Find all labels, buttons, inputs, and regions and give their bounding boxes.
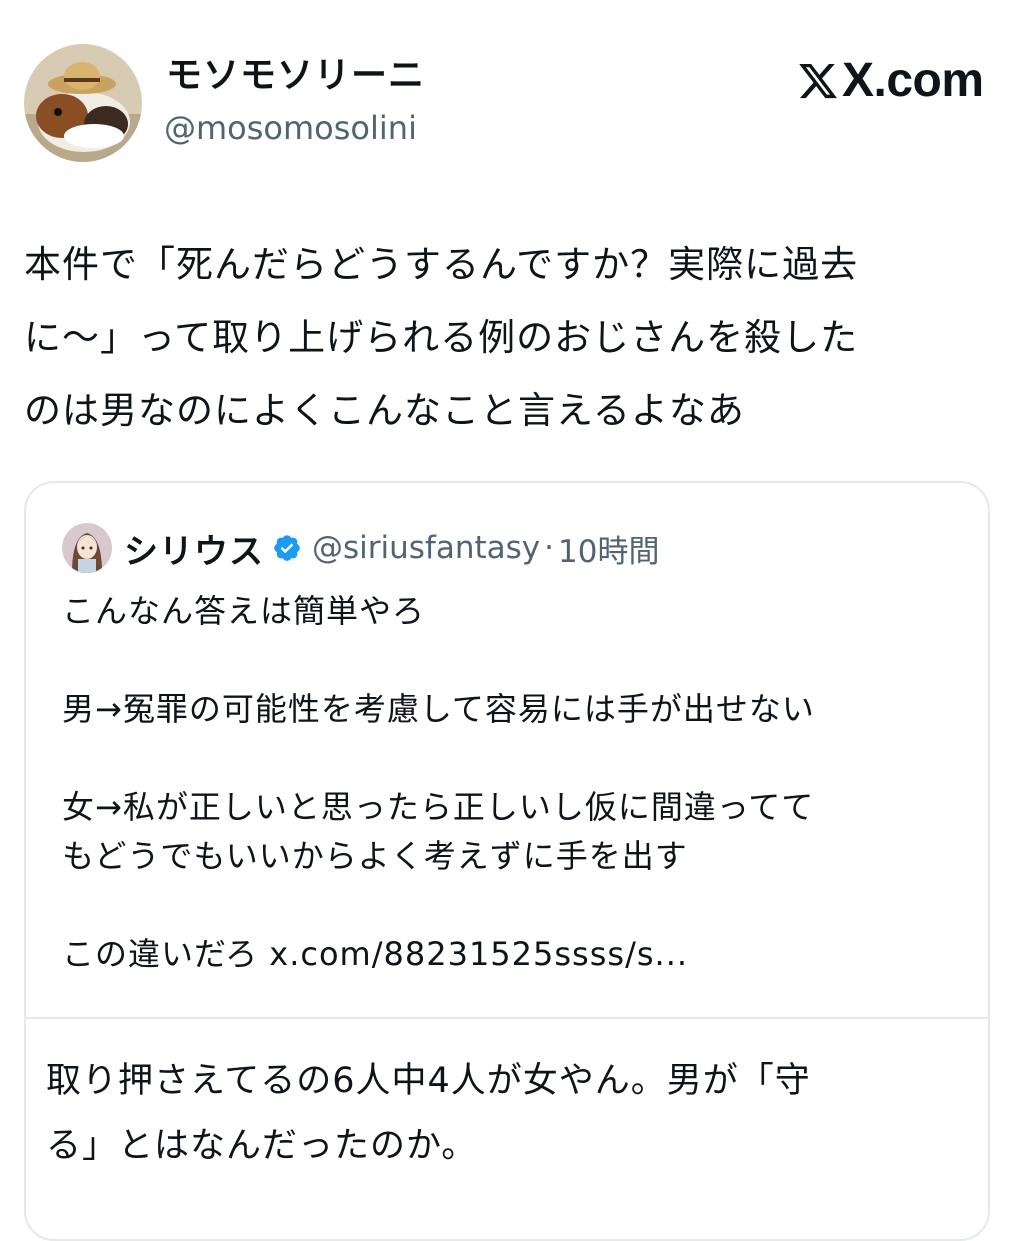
quoted-tweet-header: シリウス @siriusfantasy · 10時間 [62, 519, 659, 577]
quoted-tweet-text: こんなん答えは簡単やろ 男→冤罪の可能性を考慮して容易には手が出せない 女→私が… [62, 587, 962, 979]
brand-domain: X.com [842, 54, 984, 107]
quoted-text-line: 女→私が正しいと思ったら正しいし仮に間違ってて [62, 788, 815, 826]
quoted-text-line: 男→冤罪の可能性を考慮して容易には手が出せない [62, 690, 815, 728]
author-avatar[interactable] [24, 44, 142, 162]
author-handle[interactable]: @mosomosolini [164, 106, 417, 150]
quoted-text-last-line: この違いだろ x.com/88231525ssss/s... [62, 930, 962, 979]
quoted-reply-text: 取り押さえてるの6人中4人が女やん。男が「守 る」とはなんだったのか。 [46, 1049, 966, 1179]
x-brand-logo: X.com [796, 54, 984, 108]
quoted-tweet-card[interactable]: シリウス @siriusfantasy · 10時間 こんなん答えは簡単やろ 男… [24, 481, 990, 1241]
quoted-author-avatar[interactable] [62, 523, 112, 573]
tweet-text-line: 本件で「死んだらどうするんですか？実際に過去 [24, 243, 859, 286]
tweet-text-line: のは男なのによくこんなこと言えるよなあ [24, 389, 745, 432]
quoted-text-line [62, 734, 962, 783]
quoted-text-line: この違いだろ [62, 935, 270, 973]
quoted-author-handle[interactable]: @siriusfantasy [312, 530, 540, 566]
reply-text-line: る」とはなんだったのか。 [46, 1126, 478, 1166]
separator-dot: · [544, 530, 554, 566]
tweet-text: 本件で「死んだらどうするんですか？実際に過去 に〜」って取り上げられる例のおじさ… [24, 228, 990, 447]
guinea-pig-avatar-image [24, 44, 142, 162]
quoted-text-line: もどうでもいいからよく考えずに手を出す [62, 837, 688, 875]
divider [26, 1017, 988, 1019]
tweet-text-line: に〜」って取り上げられる例のおじさんを殺した [24, 316, 859, 359]
x-logo-icon [799, 63, 837, 99]
quoted-text-line [62, 881, 962, 930]
anime-avatar-image [62, 523, 112, 573]
quoted-tweet-link[interactable]: x.com/88231525ssss/s... [269, 935, 688, 973]
reply-text-line: 取り押さえてるの6人中4人が女やん。男が「守 [46, 1061, 811, 1101]
author-display-name[interactable]: モソモソリーニ [166, 54, 425, 98]
quoted-text-line: こんなん答えは簡単やろ [62, 592, 426, 630]
quoted-author-display-name[interactable]: シリウス [124, 524, 264, 573]
quoted-text-line [62, 636, 962, 685]
tweet-header: モソモソリーニ @mosomosolini X.com [0, 0, 1013, 180]
quoted-tweet-timestamp[interactable]: 10時間 [558, 526, 659, 571]
verified-badge-icon [272, 533, 302, 563]
